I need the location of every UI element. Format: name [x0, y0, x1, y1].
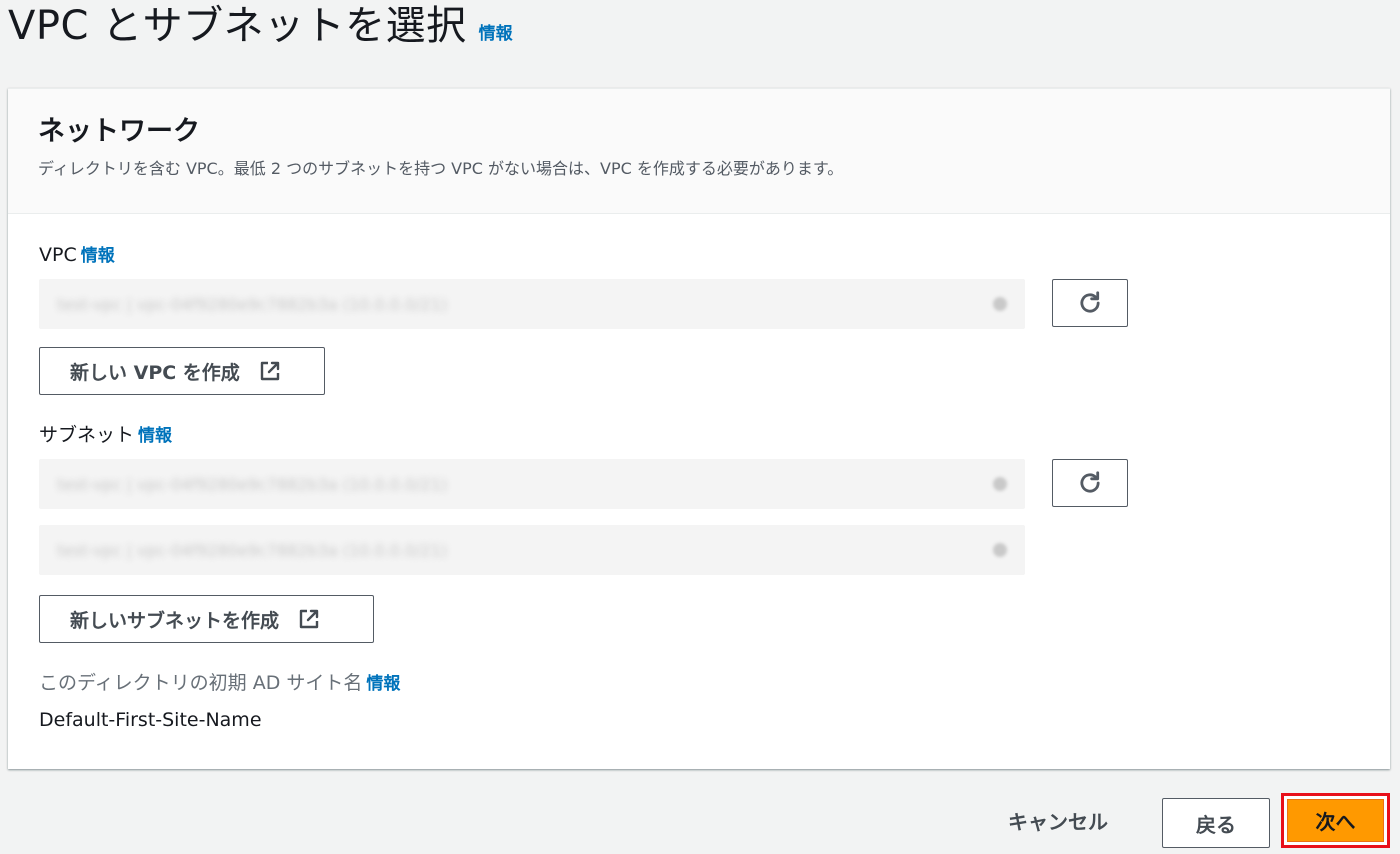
site-info-link[interactable]: 情報	[366, 674, 400, 694]
create-vpc-label: 新しい VPC を作成	[70, 361, 240, 384]
vpc-refresh-button[interactable]	[1052, 279, 1128, 327]
site-label-text: このディレクトリの初期 AD サイト名	[39, 672, 363, 694]
site-label: このディレクトリの初期 AD サイト名 情報	[39, 671, 400, 696]
subnet-select-2-value: test-vpc | vpc-04f9280e9c7882b3a (10.0.0…	[57, 540, 448, 560]
vpc-label-text: VPC	[39, 244, 77, 266]
page-header: VPC とサブネットを選択 情報	[8, 0, 513, 60]
vpc-select-value: test-vpc | vpc-04f9280e9c7882b3a (10.0.0…	[57, 294, 448, 314]
subnet-info-link[interactable]: 情報	[138, 426, 172, 446]
create-subnet-label: 新しいサブネットを作成	[70, 609, 280, 632]
vpc-select[interactable]: test-vpc | vpc-04f9280e9c7882b3a (10.0.0…	[39, 279, 1025, 329]
subnet-select-2[interactable]: test-vpc | vpc-04f9280e9c7882b3a (10.0.0…	[39, 525, 1025, 575]
site-name-value: Default-First-Site-Name	[39, 709, 262, 731]
page-title: VPC とサブネットを選択	[8, 3, 467, 49]
subnet-refresh-button[interactable]	[1052, 459, 1128, 507]
next-button[interactable]: 次へ	[1287, 799, 1384, 842]
create-subnet-button[interactable]: 新しいサブネットを作成	[39, 595, 374, 643]
cancel-button[interactable]: キャンセル	[1008, 806, 1108, 835]
vpc-info-link[interactable]: 情報	[81, 246, 115, 266]
panel-header: ネットワーク ディレクトリを含む VPC。最低 2 つのサブネットを持つ VPC…	[8, 89, 1390, 214]
panel-title: ネットワーク	[38, 116, 200, 147]
external-link-icon	[260, 361, 280, 381]
next-button-highlight: 次へ	[1281, 793, 1390, 848]
external-link-icon	[299, 609, 319, 629]
network-panel: ネットワーク ディレクトリを含む VPC。最低 2 つのサブネットを持つ VPC…	[8, 88, 1390, 769]
subnet-select-1-value: test-vpc | vpc-04f9280e9c7882b3a (10.0.0…	[57, 474, 448, 494]
subnet-select-1[interactable]: test-vpc | vpc-04f9280e9c7882b3a (10.0.0…	[39, 459, 1025, 509]
caret-down-icon	[993, 297, 1007, 311]
panel-description: ディレクトリを含む VPC。最低 2 つのサブネットを持つ VPC がない場合は…	[38, 159, 844, 178]
caret-down-icon	[993, 543, 1007, 557]
refresh-icon	[1080, 291, 1100, 313]
title-info-link[interactable]: 情報	[479, 19, 513, 44]
subnet-label: サブネット 情報	[39, 423, 172, 448]
subnet-label-text: サブネット	[39, 424, 135, 446]
refresh-icon	[1080, 471, 1100, 493]
caret-down-icon	[993, 477, 1007, 491]
vpc-label: VPC 情報	[39, 243, 115, 268]
create-vpc-button[interactable]: 新しい VPC を作成	[39, 347, 325, 395]
back-button[interactable]: 戻る	[1162, 798, 1270, 848]
page: VPC とサブネットを選択 情報 ネットワーク ディレクトリを含む VPC。最低…	[0, 0, 1400, 854]
